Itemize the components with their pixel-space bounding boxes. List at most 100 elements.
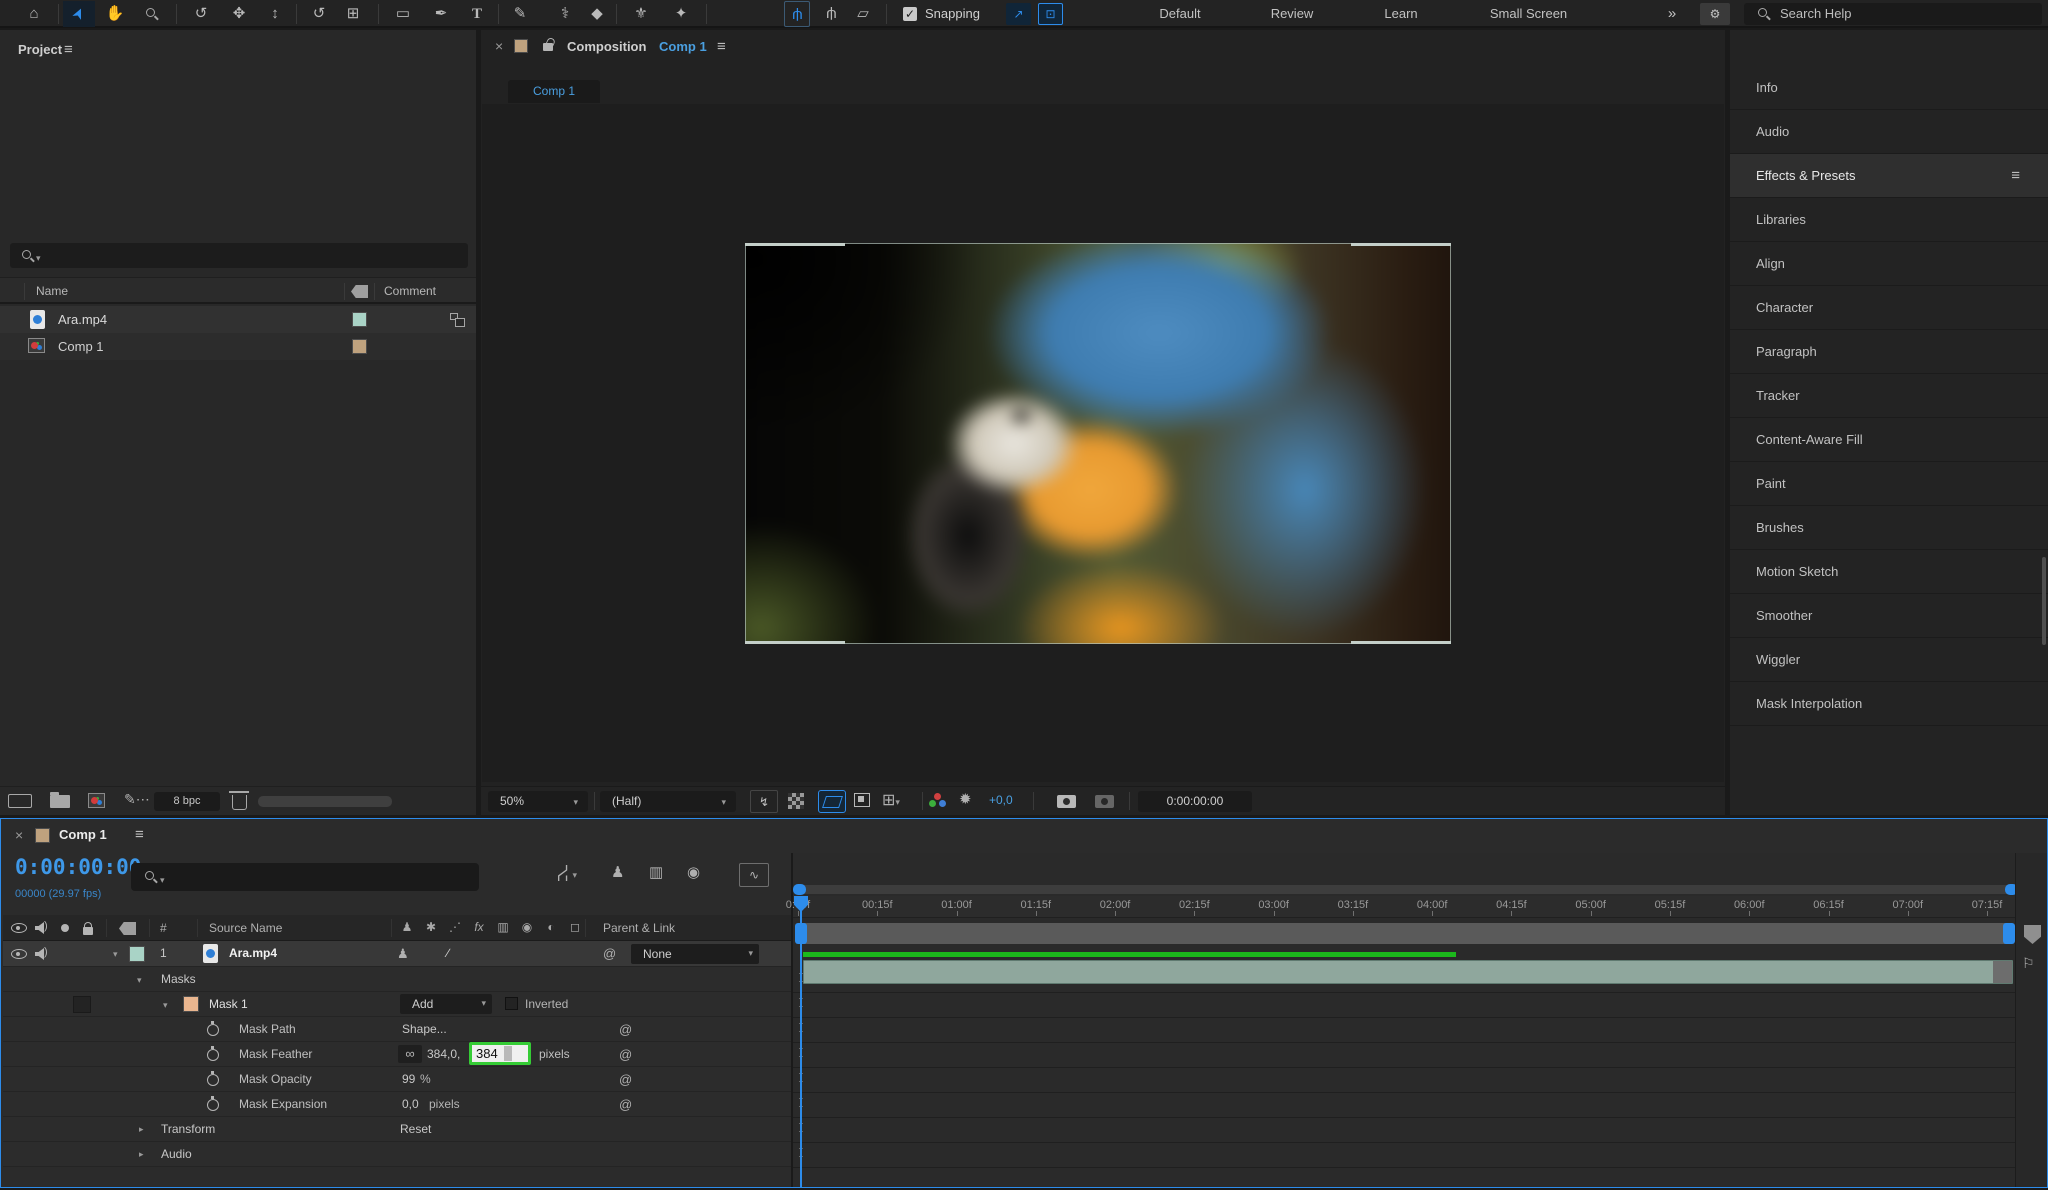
- work-area-end-handle[interactable]: [2003, 923, 2015, 944]
- time-ruler[interactable]: 0:00f00:15f01:00f01:15f02:00f02:15f03:00…: [793, 896, 2015, 918]
- preview-timecode[interactable]: 0:00:00:00: [1138, 791, 1252, 812]
- solo-column-icon[interactable]: [61, 924, 69, 932]
- workspace-tab-default[interactable]: Default: [1145, 0, 1215, 28]
- hand-tool-icon[interactable]: ✋: [102, 1, 128, 27]
- sidebar-panel-content-aware-fill[interactable]: Content-Aware Fill: [1730, 418, 2048, 462]
- active-comp-name[interactable]: Comp 1: [659, 39, 707, 54]
- comp-marker-icon[interactable]: [2024, 925, 2041, 944]
- mask-opacity-row[interactable]: Mask Opacity 99 % @: [3, 1067, 791, 1092]
- lock-column-icon[interactable]: [83, 927, 93, 935]
- pickwhip-icon[interactable]: @: [619, 1022, 632, 1037]
- mask-color-swatch[interactable]: [183, 996, 199, 1012]
- sidebar-panel-motion-sketch[interactable]: Motion Sketch: [1730, 550, 2048, 594]
- masks-group-row[interactable]: ▾ Masks: [3, 967, 791, 992]
- transparency-grid-icon[interactable]: [788, 793, 804, 809]
- mask-corner-handle[interactable]: [1351, 641, 1451, 644]
- project-search-input[interactable]: ▾: [10, 243, 468, 268]
- parent-pickwhip-icon[interactable]: @: [603, 946, 616, 961]
- stopwatch-icon[interactable]: [207, 1099, 219, 1111]
- mask-mode-dropdown[interactable]: Add ▾: [400, 994, 492, 1014]
- motion-blur-toggle-icon[interactable]: ◉: [687, 863, 700, 881]
- view-axis-mode-icon[interactable]: ▱: [850, 1, 876, 27]
- sidebar-panel-info[interactable]: Info: [1730, 66, 2048, 110]
- selection-tool-icon[interactable]: ➤: [63, 1, 95, 27]
- timeline-panel-menu-icon[interactable]: ≡: [135, 826, 144, 843]
- parent-link-column[interactable]: Parent & Link: [603, 921, 675, 935]
- stopwatch-icon[interactable]: [207, 1074, 219, 1086]
- current-timecode[interactable]: 0:00:00:00: [15, 855, 141, 879]
- snap-bounds-icon[interactable]: ⊡: [1038, 3, 1063, 25]
- sidebar-panel-align[interactable]: Align: [1730, 242, 2048, 286]
- label-color-swatch[interactable]: [352, 312, 367, 327]
- dimension-link-icon[interactable]: ∞: [398, 1045, 422, 1063]
- layer-label-swatch[interactable]: [129, 946, 145, 962]
- new-composition-icon[interactable]: [88, 793, 105, 808]
- pan-camera-tool-icon[interactable]: ✥: [226, 1, 252, 27]
- camera-tool-icon[interactable]: ⊞: [340, 1, 366, 27]
- pickwhip-icon[interactable]: @: [619, 1047, 632, 1062]
- mask-name[interactable]: Mask 1: [209, 997, 248, 1011]
- mask-corner-handle[interactable]: [745, 641, 845, 644]
- parent-dropdown[interactable]: None ▾: [631, 944, 759, 964]
- exposure-shutter-icon[interactable]: ✹: [959, 790, 972, 808]
- zoom-tool-icon[interactable]: [139, 1, 165, 27]
- rectangle-tool-icon[interactable]: ▭: [390, 1, 416, 27]
- timeline-comp-swatch[interactable]: [35, 828, 50, 843]
- audio-row[interactable]: ▸ Audio: [3, 1142, 791, 1167]
- expansion-value[interactable]: 0,0: [402, 1097, 419, 1111]
- show-snapshot-icon[interactable]: [1095, 795, 1114, 808]
- opacity-value[interactable]: 99: [402, 1072, 415, 1086]
- motion-blur-icon[interactable]: ◉: [517, 920, 537, 934]
- mask-path-value[interactable]: Shape...: [402, 1022, 447, 1036]
- layer-outpoint-cap[interactable]: [1993, 961, 2012, 983]
- mask-visibility-toggle-icon[interactable]: [818, 790, 846, 813]
- workspace-tab-small-screen[interactable]: Small Screen: [1456, 0, 1601, 28]
- local-axis-mode-icon[interactable]: ψ: [784, 1, 810, 27]
- layer-duration-bar[interactable]: [803, 960, 2013, 984]
- label-color-swatch[interactable]: [352, 339, 367, 354]
- column-name-header[interactable]: Name: [36, 284, 68, 298]
- eye-icon[interactable]: [11, 949, 27, 959]
- fx-icon[interactable]: fx: [469, 920, 489, 934]
- video-column-eye-icon[interactable]: [11, 923, 27, 933]
- horizontal-scrollbar[interactable]: [258, 796, 392, 807]
- layer-number-column[interactable]: #: [160, 921, 167, 935]
- snapshot-camera-icon[interactable]: [1057, 795, 1076, 808]
- work-area-bar[interactable]: [803, 923, 2009, 944]
- channel-colors-icon[interactable]: [929, 793, 947, 807]
- pen-tool-icon[interactable]: ✒: [428, 1, 454, 27]
- chevron-right-icon[interactable]: ▸: [139, 1124, 144, 1135]
- label-column-tag-icon[interactable]: [351, 285, 368, 298]
- help-search-box[interactable]: Search Help: [1744, 3, 2042, 25]
- sidebar-panel-smoother[interactable]: Smoother: [1730, 594, 2048, 638]
- brush-tool-icon[interactable]: ✎: [507, 1, 533, 27]
- graph-editor-icon[interactable]: ∿: [739, 863, 769, 887]
- sidebar-panel-mask-interpolation[interactable]: Mask Interpolation: [1730, 682, 2048, 726]
- comp-label-swatch[interactable]: [514, 39, 528, 53]
- bit-depth-button[interactable]: 8 bpc: [154, 792, 220, 811]
- column-comment-header[interactable]: Comment: [384, 284, 436, 298]
- pickwhip-icon[interactable]: @: [619, 1072, 632, 1087]
- audio-column-speaker-icon[interactable]: [35, 922, 49, 934]
- time-navigator-track[interactable]: [798, 885, 2013, 894]
- close-icon[interactable]: ×: [15, 827, 23, 843]
- layer-name[interactable]: Ara.mp4: [229, 946, 277, 960]
- sidebar-panel-wiggler[interactable]: Wiggler: [1730, 638, 2048, 682]
- frame-blending-toggle-icon[interactable]: ▥: [649, 863, 663, 881]
- mask-feather-row[interactable]: Mask Feather ∞ 384,0, 384 pixels @: [3, 1042, 791, 1067]
- quality-icon[interactable]: ⋰: [445, 920, 465, 934]
- stopwatch-icon[interactable]: [207, 1024, 219, 1036]
- mini-flowchart-icon[interactable]: ⌥▾: [554, 863, 577, 883]
- mask-outline[interactable]: [745, 243, 1451, 644]
- playhead-line[interactable]: [800, 896, 802, 1187]
- puppet-pin-tool-icon[interactable]: ✦: [668, 1, 694, 27]
- pickwhip-icon[interactable]: @: [619, 1097, 632, 1112]
- home-icon[interactable]: ⌂: [21, 1, 47, 27]
- chevron-down-icon[interactable]: ▾: [163, 1000, 168, 1011]
- sidebar-panel-libraries[interactable]: Libraries: [1730, 198, 2048, 242]
- magnification-dropdown[interactable]: 50% ▾: [488, 791, 588, 812]
- workspace-tab-review[interactable]: Review: [1252, 0, 1332, 28]
- collapse-icon[interactable]: ✱: [421, 920, 441, 934]
- mask-path-row[interactable]: Mask Path Shape... @: [3, 1017, 791, 1042]
- project-item-comp1[interactable]: Comp 1: [0, 333, 476, 360]
